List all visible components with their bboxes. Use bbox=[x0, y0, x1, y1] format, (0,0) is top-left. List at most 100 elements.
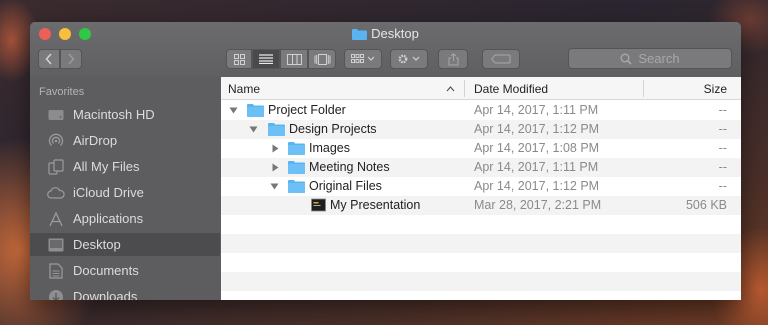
sort-ascending-icon bbox=[446, 86, 455, 92]
column-view-button[interactable] bbox=[280, 49, 308, 69]
search-icon bbox=[620, 53, 632, 65]
sidebar-item-label: AirDrop bbox=[73, 133, 118, 148]
file-size: -- bbox=[718, 122, 727, 136]
list-view-button[interactable] bbox=[252, 49, 280, 69]
sidebar-item-label: Downloads bbox=[73, 289, 138, 300]
downloads-icon bbox=[45, 288, 67, 300]
cover-flow-button[interactable] bbox=[308, 49, 336, 69]
title-bar: Desktop Search bbox=[30, 22, 741, 77]
disclosure-closed-icon[interactable] bbox=[271, 163, 280, 172]
folder-icon bbox=[268, 123, 285, 136]
file-size: -- bbox=[718, 179, 727, 193]
file-date: Apr 14, 2017, 1:12 PM bbox=[474, 179, 600, 193]
sidebar-item-label: Macintosh HD bbox=[73, 107, 155, 122]
search-placeholder: Search bbox=[638, 51, 680, 66]
sidebar-item-airdrop[interactable]: AirDrop bbox=[30, 129, 220, 152]
file-list-pane: Name Date Modified Size Project Folder A… bbox=[221, 77, 741, 300]
column-header-name[interactable]: Name bbox=[228, 82, 260, 96]
table-row[interactable]: My Presentation Mar 28, 2017, 2:21 PM 50… bbox=[221, 196, 741, 215]
icon-view-button[interactable] bbox=[226, 49, 252, 69]
column-divider[interactable] bbox=[643, 80, 644, 97]
empty-row bbox=[221, 234, 741, 253]
column-header-date[interactable]: Date Modified bbox=[474, 82, 548, 96]
empty-row bbox=[221, 215, 741, 234]
folder-icon bbox=[352, 29, 368, 40]
window-title: Desktop bbox=[30, 26, 741, 42]
window-title-text: Desktop bbox=[371, 26, 419, 41]
folder-icon bbox=[288, 142, 305, 155]
file-rows: Project Folder Apr 14, 2017, 1:11 PM -- … bbox=[221, 101, 741, 291]
sidebar-item-downloads[interactable]: Downloads bbox=[30, 285, 220, 300]
file-name: Meeting Notes bbox=[309, 160, 390, 174]
table-row[interactable]: Original Files Apr 14, 2017, 1:12 PM -- bbox=[221, 177, 741, 196]
table-row[interactable]: Design Projects Apr 14, 2017, 1:12 PM -- bbox=[221, 120, 741, 139]
sidebar-item-label: Desktop bbox=[73, 237, 121, 252]
presentation-file-icon bbox=[311, 198, 326, 212]
sidebar-item-documents[interactable]: Documents bbox=[30, 259, 220, 282]
disclosure-open-icon[interactable] bbox=[249, 125, 258, 134]
sidebar-item-icloud-drive[interactable]: iCloud Drive bbox=[30, 181, 220, 204]
sidebar-item-label: Applications bbox=[73, 211, 144, 226]
hard-drive-icon bbox=[45, 106, 67, 124]
columns-icon bbox=[286, 53, 302, 65]
column-header-bar: Name Date Modified Size bbox=[221, 77, 741, 100]
disclosure-open-icon[interactable] bbox=[229, 106, 238, 115]
file-name: Original Files bbox=[309, 179, 382, 193]
column-header-size[interactable]: Size bbox=[704, 82, 727, 96]
chevron-left-icon bbox=[45, 53, 52, 65]
sidebar-item-label: All My Files bbox=[73, 159, 140, 174]
empty-row bbox=[221, 272, 741, 291]
table-row[interactable]: Images Apr 14, 2017, 1:08 PM -- bbox=[221, 139, 741, 158]
arrange-icon bbox=[351, 54, 375, 63]
file-name: My Presentation bbox=[330, 198, 421, 212]
grid-icon bbox=[233, 53, 245, 65]
cloud-icon bbox=[45, 184, 67, 202]
list-icon bbox=[259, 54, 273, 64]
disclosure-closed-icon[interactable] bbox=[271, 144, 280, 153]
file-size: -- bbox=[718, 103, 727, 117]
all-files-icon bbox=[45, 158, 67, 176]
folder-icon bbox=[288, 180, 305, 193]
action-button[interactable] bbox=[390, 49, 428, 69]
file-size: 506 KB bbox=[685, 198, 727, 212]
file-date: Mar 28, 2017, 2:21 PM bbox=[474, 198, 602, 212]
share-icon bbox=[448, 52, 458, 65]
sidebar-item-all-my-files[interactable]: All My Files bbox=[30, 155, 220, 178]
search-field[interactable]: Search bbox=[568, 48, 732, 69]
back-button[interactable] bbox=[38, 49, 60, 69]
chevron-right-icon bbox=[68, 53, 75, 65]
file-name: Images bbox=[309, 141, 350, 155]
table-row[interactable]: Project Folder Apr 14, 2017, 1:11 PM -- bbox=[221, 101, 741, 120]
cover-flow-icon bbox=[314, 53, 330, 65]
sidebar-item-macintosh-hd[interactable]: Macintosh HD bbox=[30, 103, 220, 126]
airdrop-icon bbox=[45, 132, 67, 150]
sidebar-section-header: Favorites bbox=[39, 86, 85, 98]
arrange-button[interactable] bbox=[344, 49, 382, 69]
table-row[interactable]: Meeting Notes Apr 14, 2017, 1:11 PM -- bbox=[221, 158, 741, 177]
documents-icon bbox=[45, 262, 67, 280]
desktop-icon bbox=[45, 236, 67, 254]
column-divider[interactable] bbox=[464, 80, 465, 97]
file-name: Design Projects bbox=[289, 122, 377, 136]
empty-row bbox=[221, 253, 741, 272]
forward-button[interactable] bbox=[60, 49, 82, 69]
file-date: Apr 14, 2017, 1:11 PM bbox=[474, 160, 599, 174]
file-size: -- bbox=[718, 141, 727, 155]
file-name: Project Folder bbox=[268, 103, 346, 117]
finder-window: Desktop Search Favorites Macintosh HD Ai… bbox=[30, 22, 741, 300]
sidebar-item-label: iCloud Drive bbox=[73, 185, 144, 200]
sidebar-item-desktop[interactable]: Desktop bbox=[30, 233, 220, 256]
sidebar-item-label: Documents bbox=[73, 263, 139, 278]
gear-icon bbox=[398, 54, 420, 64]
disclosure-open-icon[interactable] bbox=[270, 182, 279, 191]
file-date: Apr 14, 2017, 1:12 PM bbox=[474, 122, 600, 136]
tag-icon bbox=[491, 54, 511, 64]
sidebar-item-applications[interactable]: Applications bbox=[30, 207, 220, 230]
file-date: Apr 14, 2017, 1:08 PM bbox=[474, 141, 600, 155]
folder-icon bbox=[247, 104, 264, 117]
tags-button[interactable] bbox=[482, 49, 520, 69]
applications-icon bbox=[45, 210, 67, 228]
folder-icon bbox=[288, 161, 305, 174]
share-button[interactable] bbox=[438, 49, 468, 69]
sidebar: Favorites Macintosh HD AirDrop All My Fi… bbox=[30, 77, 220, 300]
